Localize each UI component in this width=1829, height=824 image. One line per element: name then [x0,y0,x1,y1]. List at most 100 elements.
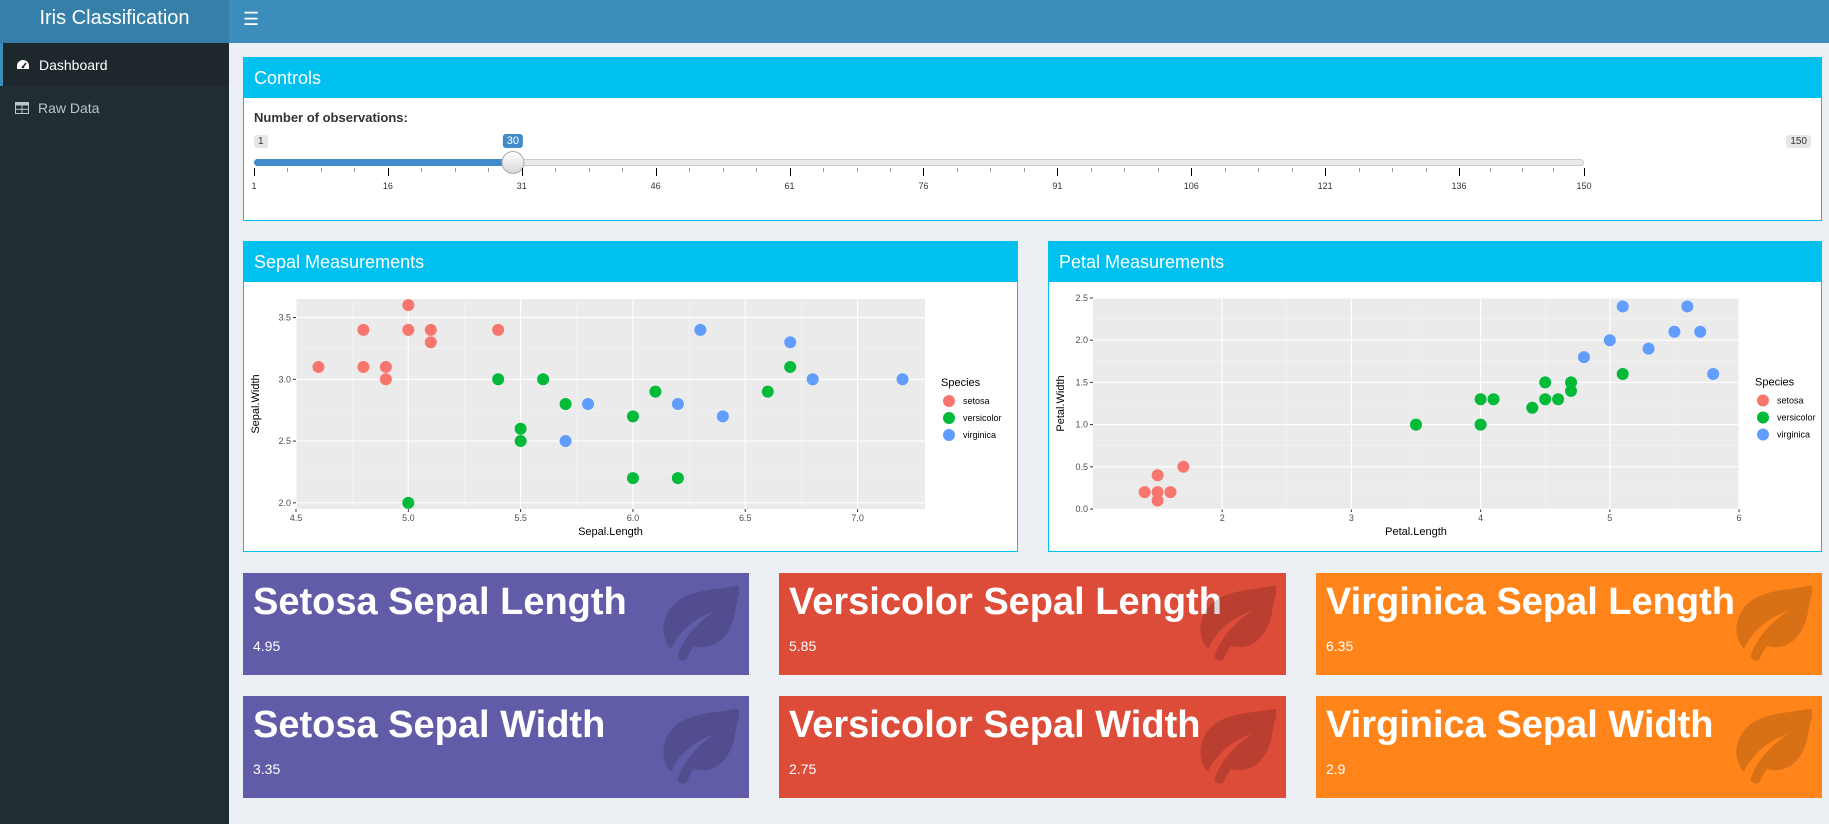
value-box-title: Versicolor Sepal Width [789,704,1201,746]
legend-key-virginica [943,429,955,441]
data-point-virginica [1603,334,1616,347]
dashboard-icon [17,59,29,69]
value-box-title: Virginica Sepal Length [1326,581,1735,623]
slider-minor-tick [856,168,858,172]
legend-key-virginica [1757,428,1769,441]
x-tick-label: 4.5 [290,513,303,523]
value-box-title: Setosa Sepal Length [253,581,627,623]
slider-tick-label: 31 [516,181,527,191]
data-point-setosa [424,336,437,349]
data-point-virginica [1694,325,1707,338]
slider-tick-label: 16 [382,181,393,191]
data-point-versicolor [1487,393,1500,406]
legend-label-setosa: setosa [963,396,990,406]
slider-minor-tick [990,168,992,172]
data-point-versicolor [1539,393,1552,406]
value-box-title: Virginica Sepal Width [1326,704,1714,746]
sepal-chart-header: Sepal Measurements [244,242,1017,282]
slider-minor-tick [1157,168,1159,172]
value-box-value: 2.9 [1326,761,1346,777]
legend-label-virginica: virginica [963,430,996,440]
value-box-title: Setosa Sepal Width [253,704,606,746]
data-point-setosa [379,373,392,386]
data-point-setosa [357,323,370,336]
setosa-sepal-length-box: Setosa Sepal Length 4.95 [243,573,749,675]
slider-minor-tick [555,168,557,172]
y-tick-label: 2.5 [278,436,291,446]
slider-minor-tick [454,168,456,172]
x-tick-label: 5 [1607,513,1612,523]
y-axis-label: Petal.Width [1055,375,1067,431]
y-tick-label: 3.5 [278,313,291,323]
data-point-versicolor [626,472,639,485]
virginica-sepal-width-box: Virginica Sepal Width 2.9 [1316,696,1822,798]
data-point-versicolor [1539,376,1552,389]
slider-major-tick [521,168,523,176]
sidebar-toggle-icon[interactable]: ☰ [243,9,265,31]
slider-tick-label: 61 [784,181,795,191]
slider-minor-tick [1224,168,1226,172]
petal-plot-area: 2 3 4 5 6 0.0 0.5 1.0 1.5 2.0 2.5 Petal.Length Petal… [1049,282,1821,551]
slider-max-label: 150 [1786,135,1811,148]
data-point-versicolor [1474,393,1487,406]
slider-minor-tick [354,168,356,172]
sidebar: Dashboard Raw Data [0,43,229,824]
data-point-setosa [1151,494,1164,507]
y-tick-label: 0.5 [1075,462,1088,472]
data-point-setosa [1151,469,1164,482]
x-axis-label: Sepal.Length [578,526,643,538]
legend-key-versicolor [943,412,955,424]
slider-fill [254,159,513,166]
value-box-value: 2.75 [789,761,817,777]
data-point-virginica [582,398,595,410]
data-point-versicolor [559,398,572,410]
slider-major-tick [387,168,389,176]
versicolor-sepal-width-box: Versicolor Sepal Width 2.75 [779,696,1286,798]
slider-major-tick [1584,168,1585,176]
slider-minor-tick [1258,168,1260,172]
top-navbar: ☰ [229,0,1829,43]
sepal-chart-box: Sepal Measurements 4.5 5.0 5.5 6.0 6.5 7.0 2.0… [243,241,1018,552]
legend-label-versicolor: versicolor [963,413,1002,423]
data-point-versicolor [761,385,774,398]
data-point-virginica [694,323,707,336]
data-point-virginica [716,410,729,423]
data-point-setosa [424,323,437,336]
observations-label: Number of observations: [254,110,408,125]
data-point-versicolor [626,410,639,423]
virginica-sepal-length-box: Virginica Sepal Length 6.35 [1316,573,1822,675]
y-tick-label: 2.0 [278,498,291,508]
slider-tick-label: 91 [1052,181,1063,191]
slider-major-tick [1459,168,1461,176]
sidebar-item-dashboard[interactable]: Dashboard [0,43,229,86]
leaf-icon [663,586,739,661]
slider-minor-tick [722,168,724,172]
data-point-virginica [784,336,797,349]
app-logo[interactable]: Iris Classification [0,0,229,43]
value-box-title: Versicolor Sepal Length [789,581,1222,623]
slider-major-tick [655,168,657,176]
slider-minor-tick [622,168,624,172]
slider-minor-tick [889,168,891,172]
y-tick-label: 2.0 [1075,335,1088,345]
legend-key-setosa [943,395,955,407]
sidebar-item-raw-data[interactable]: Raw Data [0,86,229,129]
data-point-virginica [559,435,572,448]
slider-tick-label: 106 [1183,181,1199,191]
sepal-plot-area: 4.5 5.0 5.5 6.0 6.5 7.0 2.0 2.5 3.0 3.5 Sepal.Leng… [244,282,1017,551]
data-point-setosa [402,299,415,312]
controls-box: Controls Number of observations: 1 150 3… [243,57,1822,221]
slider-minor-tick [1552,168,1554,172]
petal-chart-box: Petal Measurements 2 3 4 5 6 0.0 0.5 1.0 1.5 2.0 2… [1048,241,1822,552]
y-tick-label: 2.5 [1075,293,1088,303]
slider-tick-label: 121 [1317,181,1333,191]
slider-tick-label: 150 [1576,181,1592,191]
slider-major-tick [1191,168,1193,176]
data-point-versicolor [1526,401,1539,414]
slider-minor-tick [421,168,423,172]
data-point-versicolor [1552,393,1565,406]
slider-minor-tick [823,168,825,172]
slider-minor-tick [488,168,490,172]
slider-minor-tick [1090,168,1092,172]
data-point-versicolor [1410,418,1422,431]
